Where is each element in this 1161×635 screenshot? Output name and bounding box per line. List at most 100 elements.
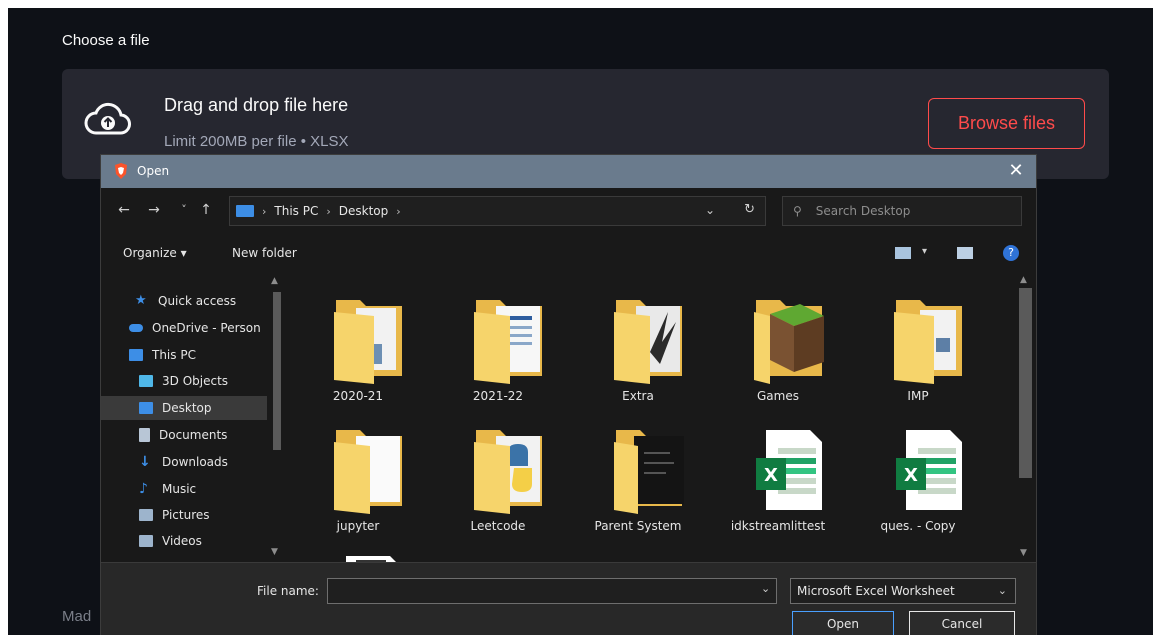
up-arrow-icon[interactable]: ↑ [197, 201, 215, 219]
file-label: Extra [622, 389, 654, 403]
sidebar-item-label: 3D Objects [162, 374, 229, 388]
cube-icon [139, 375, 153, 387]
file-label: 2021-22 [472, 389, 524, 403]
folder-item-jupyter[interactable]: jupyter [308, 412, 408, 533]
browse-files-button[interactable]: Browse files [928, 98, 1085, 149]
chevron-down-icon[interactable]: ⌄ [761, 582, 770, 595]
svg-text:X: X [904, 465, 918, 486]
open-file-dialog: Open ✕ ← → ˅ ↑ › This PC › Desktop › ⌄ ↻… [100, 154, 1037, 635]
excel-file-item-ques-copy[interactable]: X ques. - Copy [868, 412, 968, 533]
folder-item-imp[interactable]: IMP [868, 282, 968, 403]
download-icon: ↓ [139, 454, 151, 470]
sidebar-item-downloads[interactable]: ↓ Downloads [101, 450, 267, 474]
this-pc-icon [236, 205, 254, 217]
folder-icon [334, 300, 402, 384]
dialog-titlebar[interactable]: Open ✕ [101, 155, 1036, 188]
file-type-value: Microsoft Excel Worksheet [797, 584, 955, 598]
sidebar-item-3d-objects[interactable]: 3D Objects [101, 369, 267, 393]
sidebar-item-label: Music [162, 482, 197, 496]
preview-pane-icon[interactable] [957, 247, 973, 259]
choose-file-label: Choose a file [62, 32, 150, 49]
breadcrumb-separator-icon: › [326, 204, 331, 218]
brave-lion-icon [115, 163, 127, 179]
svg-text:X: X [764, 465, 778, 486]
file-label: IMP [907, 389, 929, 403]
folder-item-extra[interactable]: Extra [588, 282, 688, 403]
folder-item-2021-22[interactable]: 2021-22 [448, 282, 548, 403]
file-label: Games [757, 389, 799, 403]
file-list-scrollbar-thumb[interactable] [1019, 288, 1032, 478]
breadcrumb-desktop[interactable]: Desktop [339, 204, 389, 218]
folder-item-games[interactable]: Games [728, 282, 828, 403]
document-icon [139, 428, 150, 442]
scroll-up-arrow-icon[interactable]: ▲ [271, 276, 278, 286]
change-view-icon[interactable] [895, 247, 911, 259]
new-folder-button[interactable]: New folder [232, 246, 297, 260]
sidebar-item-label: Documents [159, 428, 228, 442]
dropzone-title: Drag and drop file here [164, 95, 349, 115]
folder-icon [474, 300, 542, 384]
sidebar-item-desktop[interactable]: Desktop [101, 396, 267, 420]
file-label: Parent System [594, 519, 682, 533]
back-arrow-icon[interactable]: ← [115, 201, 133, 219]
address-bar[interactable]: › This PC › Desktop › ⌄ ↻ [229, 196, 766, 226]
sidebar-item-quick-access[interactable]: ★ Quick access [101, 289, 267, 313]
videos-icon [139, 535, 153, 547]
chevron-down-icon[interactable]: ⌄ [705, 203, 715, 217]
sidebar-item-label: OneDrive - Person [152, 321, 261, 335]
desktop-icon [139, 402, 153, 414]
file-name-input[interactable] [327, 578, 777, 604]
file-list: 2020-21 2021-22 Extra Games IMP jupyter … [288, 272, 1016, 562]
scroll-down-arrow-icon[interactable]: ▼ [271, 547, 278, 557]
sidebar-item-label: Downloads [162, 455, 228, 469]
refresh-icon[interactable]: ↻ [744, 202, 755, 217]
file-label: 2020-21 [332, 389, 384, 403]
sidebar-item-documents[interactable]: Documents [101, 423, 267, 447]
scroll-up-arrow-icon[interactable]: ▲ [1020, 275, 1027, 285]
sidebar-scrollbar-thumb[interactable] [273, 292, 281, 450]
sidebar-item-onedrive[interactable]: OneDrive - Person [101, 316, 267, 340]
sidebar-item-label: Desktop [162, 401, 212, 415]
pictures-icon [139, 509, 153, 521]
folder-icon [894, 300, 962, 384]
help-icon[interactable]: ? [1003, 245, 1019, 261]
navigation-row: ← → ˅ ↑ › This PC › Desktop › ⌄ ↻ ⚲ Sear… [101, 188, 1036, 234]
file-label: ques. - Copy [880, 519, 956, 533]
scroll-down-arrow-icon[interactable]: ▼ [1020, 548, 1027, 558]
music-icon: ♪ [139, 481, 148, 497]
sidebar-item-label: Videos [162, 534, 202, 548]
view-options-chevron-icon[interactable]: ▾ [922, 246, 927, 257]
search-box[interactable]: ⚲ Search Desktop [782, 196, 1022, 226]
file-type-select[interactable]: Microsoft Excel Worksheet ⌄ [790, 578, 1016, 604]
excel-file-item-idkstreamlittest[interactable]: X idkstreamlittest [728, 412, 828, 533]
close-icon[interactable]: ✕ [1006, 160, 1026, 181]
folder-item-parent-system[interactable]: Parent System [588, 412, 688, 533]
folder-item-2020-21[interactable]: 2020-21 [308, 282, 408, 403]
breadcrumb-this-pc[interactable]: This PC [274, 204, 318, 218]
folder-icon [334, 430, 402, 514]
cancel-button[interactable]: Cancel [909, 611, 1015, 635]
folder-item-leetcode[interactable]: Leetcode [448, 412, 548, 533]
recent-locations-icon[interactable]: ˅ [175, 201, 193, 219]
forward-arrow-icon[interactable]: → [145, 201, 163, 219]
file-label: Leetcode [470, 519, 526, 533]
sidebar-item-pictures[interactable]: Pictures [101, 503, 267, 527]
folder-icon [474, 430, 542, 514]
search-icon: ⚲ [793, 204, 802, 218]
file-name-label: File name: [257, 584, 319, 598]
file-item-partial[interactable] [308, 542, 408, 562]
sidebar-item-music[interactable]: ♪ Music [101, 477, 267, 501]
sidebar-item-videos[interactable]: Videos [101, 529, 267, 553]
sidebar-item-label: This PC [152, 348, 196, 362]
open-button[interactable]: Open [792, 611, 894, 635]
dialog-toolbar: Organize ▾ New folder ▾ ? [101, 234, 1036, 272]
sidebar-item-this-pc[interactable]: This PC [101, 343, 267, 367]
navigation-pane: ★ Quick access OneDrive - Person This PC… [101, 272, 287, 562]
cloud-upload-icon [84, 102, 131, 135]
organize-button[interactable]: Organize ▾ [123, 246, 187, 260]
search-placeholder: Search Desktop [815, 204, 911, 218]
breadcrumb-separator-icon: › [262, 204, 267, 218]
sidebar-item-label: Pictures [162, 508, 210, 522]
file-icon [346, 556, 396, 562]
folder-icon [614, 300, 682, 384]
